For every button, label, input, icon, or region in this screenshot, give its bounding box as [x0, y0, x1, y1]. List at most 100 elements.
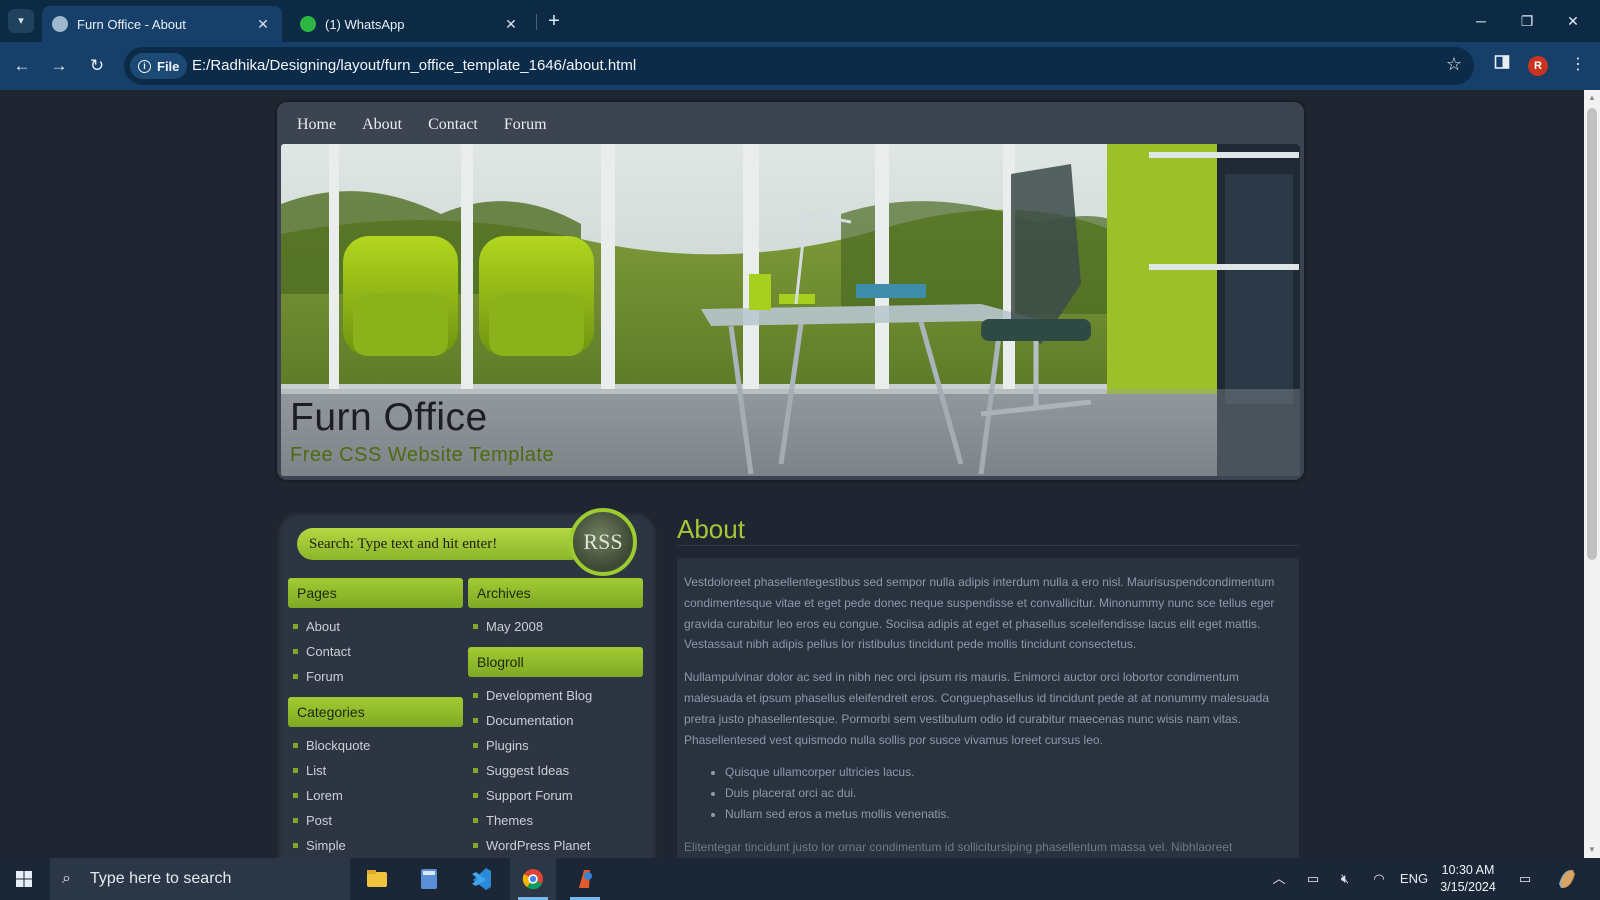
- list-item: Nullam sed eros a metus mollis venenatis…: [725, 804, 1289, 825]
- clock-date: 3/15/2024: [1440, 880, 1496, 894]
- tab-title: Furn Office - About: [77, 16, 186, 32]
- new-tab-button[interactable]: +: [542, 8, 566, 34]
- blogroll-link[interactable]: WordPress Planet: [468, 833, 643, 858]
- sidebar-link-about[interactable]: About: [288, 614, 463, 639]
- back-button[interactable]: ←: [9, 53, 35, 79]
- blogroll-link[interactable]: Support Forum: [468, 783, 643, 808]
- bookmark-star-icon[interactable]: ☆: [1446, 54, 1462, 75]
- reload-button[interactable]: ↻: [84, 53, 110, 79]
- language-indicator[interactable]: ENG: [1398, 858, 1430, 900]
- system-clock[interactable]: 10:30 AM 3/15/2024: [1432, 862, 1504, 896]
- site-title: Furn Office: [290, 396, 488, 439]
- close-window-button[interactable]: ✕: [1550, 8, 1596, 34]
- site-info-chip[interactable]: i File: [130, 53, 188, 79]
- wifi-icon[interactable]: ◠: [1366, 858, 1392, 900]
- scroll-down-arrow-icon[interactable]: ▼: [1588, 846, 1596, 854]
- windows-logo-icon: [16, 871, 32, 887]
- battery-icon[interactable]: ▭: [1300, 858, 1326, 900]
- category-link[interactable]: Lorem: [288, 783, 463, 808]
- header-banner-image: Furn Office Free CSS Website Template: [281, 144, 1300, 476]
- sidebar-link-forum[interactable]: Forum: [288, 664, 463, 689]
- paint-icon[interactable]: [562, 858, 608, 900]
- tab-furn-office[interactable]: Furn Office - About ✕: [42, 6, 282, 42]
- archives-heading: Archives: [468, 578, 643, 608]
- browser-tab-bar: ▾ Furn Office - About ✕ (1) WhatsApp ✕ +…: [0, 0, 1600, 42]
- copilot-icon[interactable]: [1552, 858, 1582, 900]
- category-link[interactable]: Simple: [288, 833, 463, 858]
- blogroll-link[interactable]: Themes: [468, 808, 643, 833]
- windows-taskbar: ⌕ Type here to search ︿ ▭ 🔇︎ ◠ ENG 10:30…: [0, 858, 1600, 900]
- bullet-list: Quisque ullamcorper ultricies lacus. Dui…: [684, 762, 1289, 824]
- file-explorer-icon[interactable]: [354, 858, 400, 900]
- rss-button[interactable]: RSS: [569, 508, 637, 576]
- paragraph: Elitentegar tincidunt justo lor ornar co…: [684, 839, 1233, 854]
- categories-list: Blockquote List Lorem Post Simple: [288, 733, 463, 858]
- info-icon: i: [138, 59, 151, 73]
- nav-contact[interactable]: Contact: [428, 116, 478, 134]
- search-input[interactable]: Search: Type text and hit enter!: [297, 528, 587, 560]
- category-link[interactable]: List: [288, 758, 463, 783]
- blogroll-heading: Blogroll: [468, 647, 643, 677]
- tab-search-button[interactable]: ▾: [8, 9, 34, 33]
- category-link[interactable]: Blockquote: [288, 733, 463, 758]
- close-tab-icon[interactable]: ✕: [254, 16, 272, 33]
- sidebar-link-contact[interactable]: Contact: [288, 639, 463, 664]
- scroll-thumb[interactable]: [1587, 108, 1597, 560]
- close-tab-icon[interactable]: ✕: [502, 16, 520, 33]
- site-header: Home About Contact Forum Furn Office Fre…: [277, 102, 1304, 480]
- side-panel-icon[interactable]: [1490, 54, 1514, 75]
- blogroll-list: Development Blog Documentation Plugins S…: [468, 683, 643, 858]
- browser-toolbar: ← → ↻ i File E:/Radhika/Designing/layout…: [0, 42, 1600, 90]
- blogroll-link[interactable]: Documentation: [468, 708, 643, 733]
- nav-forum[interactable]: Forum: [504, 116, 547, 134]
- menu-icon[interactable]: ⋮: [1566, 54, 1590, 74]
- list-item: Duis placerat orci ac dui.: [725, 783, 1289, 804]
- paragraph: Vestdoloreet phasellentegestibus sed sem…: [684, 575, 1275, 652]
- address-bar[interactable]: i File E:/Radhika/Designing/layout/furn_…: [124, 47, 1474, 85]
- vscode-icon[interactable]: [458, 858, 504, 900]
- categories-heading: Categories: [288, 697, 463, 727]
- profile-avatar[interactable]: R: [1528, 56, 1548, 76]
- site-container: Home About Contact Forum Furn Office Fre…: [277, 102, 1304, 858]
- page-title: About: [677, 512, 1299, 546]
- whatsapp-icon: [300, 16, 316, 32]
- url-text[interactable]: E:/Radhika/Designing/layout/furn_office_…: [192, 57, 636, 74]
- forward-button[interactable]: →: [46, 53, 72, 79]
- blogroll-link[interactable]: Plugins: [468, 733, 643, 758]
- pages-list: About Contact Forum: [288, 614, 463, 689]
- nav-about[interactable]: About: [362, 116, 402, 134]
- tab-separator: [536, 14, 537, 30]
- calculator-icon[interactable]: [406, 858, 452, 900]
- nav-home[interactable]: Home: [297, 116, 336, 134]
- show-hidden-icons-chevron-icon[interactable]: ︿: [1266, 858, 1292, 900]
- list-item: Quisque ullamcorper ultricies lacus.: [725, 762, 1289, 783]
- start-button[interactable]: [0, 858, 48, 900]
- sidebar-right-column: Archives May 2008 Blogroll Development B…: [468, 578, 643, 858]
- archive-link[interactable]: May 2008: [468, 614, 643, 639]
- tab-whatsapp[interactable]: (1) WhatsApp ✕: [290, 6, 530, 42]
- content-box: Vestdoloreet phasellentegestibus sed sem…: [677, 558, 1299, 858]
- archives-list: May 2008: [468, 614, 643, 639]
- volume-muted-icon[interactable]: 🔇︎: [1332, 858, 1358, 900]
- page-viewport: Home About Contact Forum Furn Office Fre…: [0, 90, 1584, 858]
- restore-button[interactable]: ❐: [1504, 8, 1550, 34]
- search-icon: ⌕: [62, 870, 71, 887]
- blogroll-link[interactable]: Development Blog: [468, 683, 643, 708]
- blogroll-link[interactable]: Suggest Ideas: [468, 758, 643, 783]
- category-link[interactable]: Post: [288, 808, 463, 833]
- clock-time: 10:30 AM: [1441, 863, 1495, 877]
- file-chip-label: File: [157, 58, 180, 74]
- tab-title: (1) WhatsApp: [325, 16, 405, 32]
- scroll-up-arrow-icon[interactable]: ▲: [1588, 94, 1596, 102]
- pages-heading: Pages: [288, 578, 463, 608]
- paragraph: Nullampulvinar dolor ac sed in nibh nec …: [684, 670, 1270, 747]
- page-scrollbar[interactable]: ▲ ▼: [1584, 90, 1600, 858]
- globe-icon: [52, 16, 68, 32]
- minimize-button[interactable]: ─: [1458, 8, 1504, 34]
- notifications-icon[interactable]: ▭: [1512, 858, 1538, 900]
- main-content: About Vestdoloreet phasellentegestibus s…: [677, 512, 1299, 858]
- chrome-icon[interactable]: [510, 858, 556, 900]
- site-subtitle: Free CSS Website Template: [290, 444, 555, 466]
- taskbar-search-placeholder: Type here to search: [90, 870, 232, 887]
- taskbar-search-input[interactable]: ⌕ Type here to search: [50, 858, 350, 900]
